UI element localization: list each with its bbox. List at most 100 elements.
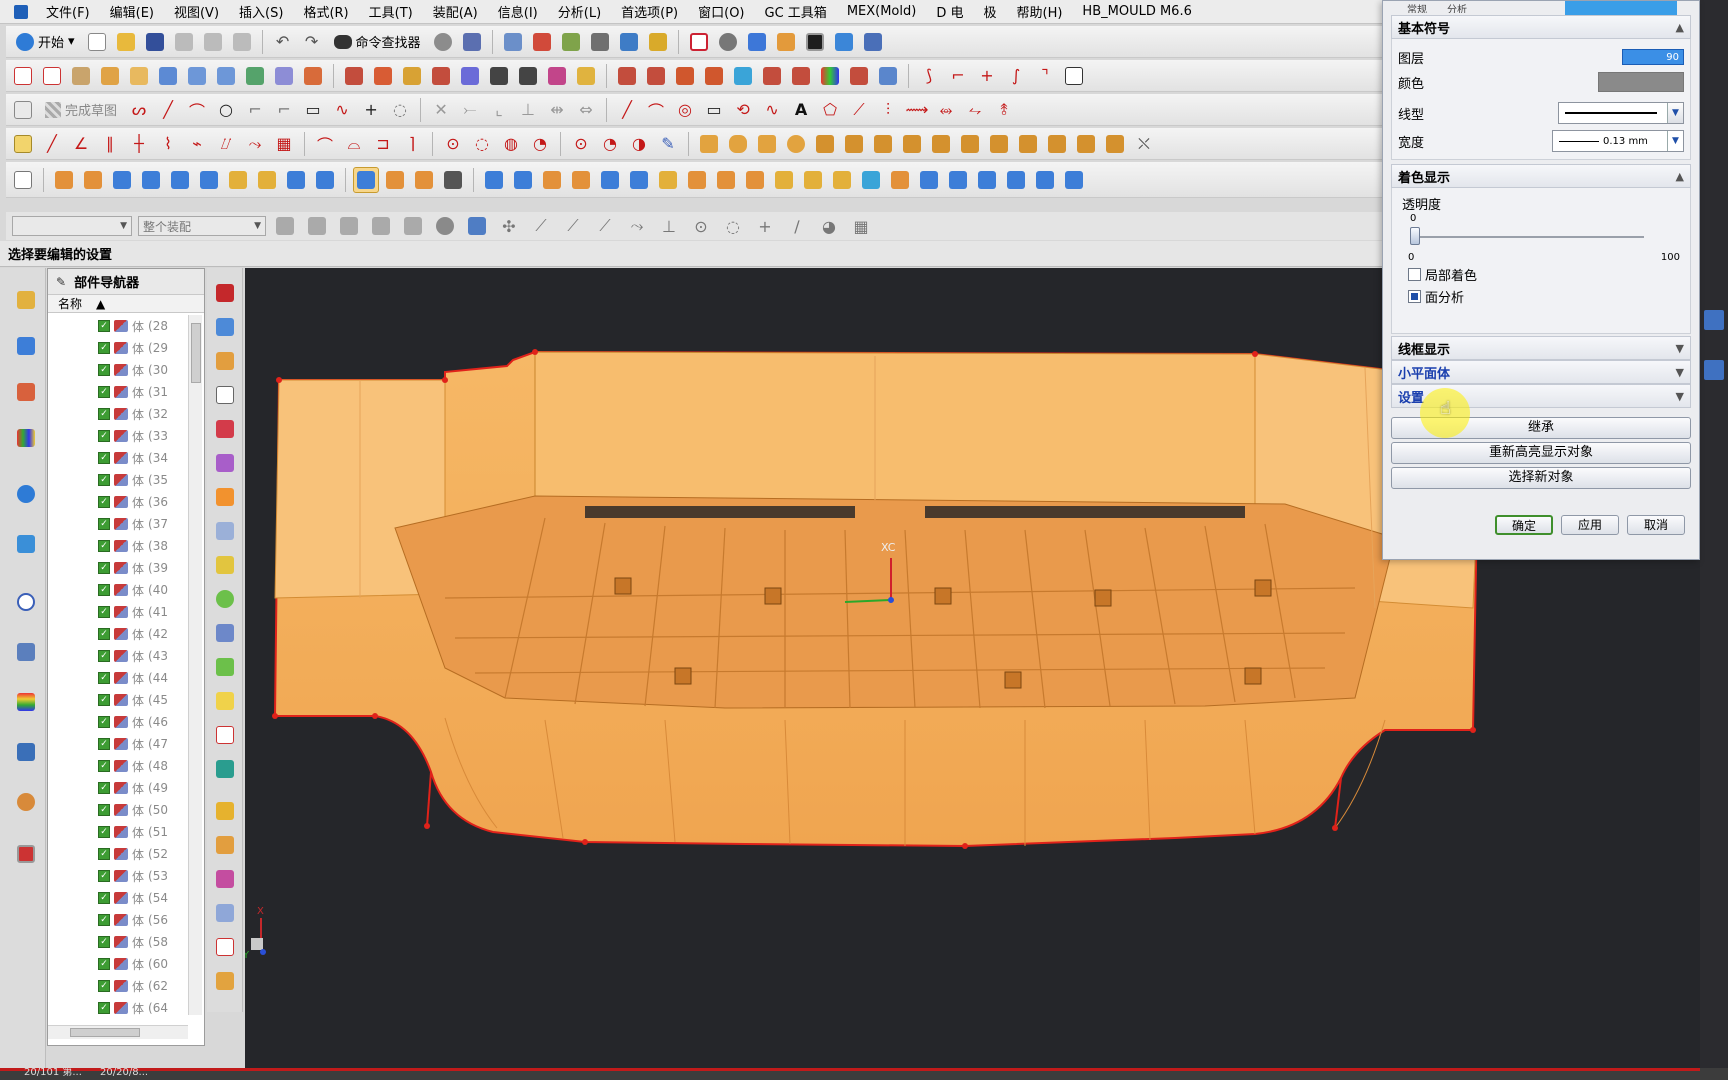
tree-row[interactable]: ✓ 体 (30 [48, 359, 188, 381]
menu-assembly[interactable]: 装配(A) [423, 2, 488, 21]
tree-row[interactable]: ✓ 体 (42 [48, 623, 188, 645]
extrude-icon[interactable] [51, 167, 77, 193]
orange-wedge-icon[interactable] [212, 484, 238, 510]
curve-network-icon[interactable]: ⤳ [242, 131, 268, 157]
visibility-checkbox[interactable]: ✓ [98, 364, 110, 376]
help-book-icon[interactable] [12, 530, 40, 558]
point-icon[interactable]: + [358, 97, 384, 123]
partial-shading-checkbox[interactable] [1408, 267, 1421, 281]
green-curve-icon[interactable] [212, 586, 238, 612]
visibility-checkbox[interactable]: ✓ [98, 474, 110, 486]
tree-row[interactable]: ✓ 体 (31 [48, 381, 188, 403]
color-analysis-icon[interactable] [817, 63, 843, 89]
linetype-select[interactable]: ▼ [1558, 102, 1684, 124]
type-filter-select[interactable]: ▼ [12, 216, 132, 236]
combine-curve-icon[interactable]: ⥊ [962, 97, 988, 123]
snap-end-icon[interactable] [336, 213, 362, 239]
mesh-surface-icon[interactable] [242, 63, 268, 89]
circle-3pt-icon[interactable]: ◌ [469, 131, 495, 157]
snap-box-icon[interactable] [400, 213, 426, 239]
extrude-face-icon[interactable] [97, 63, 123, 89]
tree-row[interactable]: ✓ 体 (28 [48, 315, 188, 337]
layers-stack-icon[interactable] [212, 518, 238, 544]
offset-curve-icon[interactable]: ◌ [387, 97, 413, 123]
snap-endpoint-icon[interactable]: ⟋ [528, 213, 554, 239]
pan-icon[interactable] [587, 29, 613, 55]
tangent-line-icon[interactable]: ⌇ [155, 131, 181, 157]
shell-box-icon[interactable] [167, 167, 193, 193]
redo-icon[interactable]: ↷ [299, 29, 325, 55]
spiral-icon[interactable] [212, 866, 238, 892]
color-swatch[interactable] [1598, 72, 1684, 92]
frame-icon[interactable] [212, 900, 238, 926]
paste-icon[interactable] [229, 29, 255, 55]
visibility-checkbox[interactable]: ✓ [98, 650, 110, 662]
text-icon[interactable]: A [788, 97, 814, 123]
sync-paste-icon[interactable] [684, 167, 710, 193]
snap-midpoint-icon[interactable]: ⟋ [560, 213, 586, 239]
arc-3pt-icon[interactable]: ⌒ [312, 131, 338, 157]
pin-icon[interactable]: ✎ [56, 275, 66, 289]
roles-icon[interactable] [12, 788, 40, 816]
show-hide-icon[interactable] [860, 29, 886, 55]
save-icon[interactable] [142, 29, 168, 55]
make-corner-icon[interactable]: ⌞ [486, 97, 512, 123]
visibility-checkbox[interactable]: ✓ [98, 584, 110, 596]
draft-box-icon[interactable] [196, 167, 222, 193]
menu-help[interactable]: 帮助(H) [1007, 2, 1073, 21]
sync-resize-icon[interactable] [568, 167, 594, 193]
styled-corner-icon[interactable] [701, 63, 727, 89]
circle-fit-icon[interactable]: ◔ [527, 131, 553, 157]
quick-extend-icon[interactable]: ⤚ [457, 97, 483, 123]
visibility-checkbox[interactable]: ✓ [98, 958, 110, 970]
tree-row[interactable]: ✓ 体 (46 [48, 711, 188, 733]
offset-in-face-icon[interactable]: ⥉ [991, 97, 1017, 123]
curve-length-icon[interactable]: ⟆ [916, 63, 942, 89]
law-extension-icon[interactable] [457, 63, 483, 89]
open-folder-icon[interactable] [113, 29, 139, 55]
visibility-checkbox[interactable]: ✓ [98, 628, 110, 640]
tree-row[interactable]: ✓ 体 (44 [48, 667, 188, 689]
sync-parallel-icon[interactable] [887, 167, 913, 193]
info-icon[interactable] [459, 29, 485, 55]
menu-analysis[interactable]: 分析(L) [548, 2, 611, 21]
tree-row[interactable]: ✓ 体 (54 [48, 887, 188, 909]
patch-icon[interactable] [544, 63, 570, 89]
select-faces-icon[interactable] [432, 213, 458, 239]
part-navigator-icon[interactable] [12, 378, 40, 406]
extract-curve-icon[interactable]: ⟿ [904, 97, 930, 123]
groove-icon[interactable] [957, 131, 983, 157]
start-button[interactable]: 开始 ▾ [10, 32, 81, 51]
arc-tangent-icon[interactable]: ⌓ [341, 131, 367, 157]
snap-bounded-icon[interactable]: ◕ [816, 213, 842, 239]
visibility-checkbox[interactable]: ✓ [98, 892, 110, 904]
visibility-checkbox[interactable]: ✓ [98, 760, 110, 772]
datum-plane-icon[interactable]: ⛌ [1131, 131, 1157, 157]
basic-circle-icon[interactable]: ◎ [672, 97, 698, 123]
tree-row[interactable]: ✓ 体 (32 [48, 403, 188, 425]
visibility-checkbox[interactable]: ✓ [98, 716, 110, 728]
bridge-curve-icon[interactable]: ∫ [1003, 63, 1029, 89]
basic-symbol-section-header[interactable]: 基本符号 ▲ [1391, 15, 1691, 39]
replace-face-icon[interactable] [353, 166, 379, 193]
tree-row[interactable]: ✓ 体 (60 [48, 953, 188, 975]
tree-row[interactable]: ✓ 体 (52 [48, 843, 188, 865]
corner-2-icon[interactable]: ⌉ [399, 131, 425, 157]
divide-curve-icon[interactable]: + [974, 63, 1000, 89]
snap-center-icon[interactable]: ⊥ [656, 213, 682, 239]
pad-icon[interactable] [899, 131, 925, 157]
render-style-icon[interactable] [715, 29, 741, 55]
wireframe-section-header[interactable]: 线框显示 ▼ [1391, 336, 1691, 360]
dimension-icon[interactable]: ⇹ [544, 97, 570, 123]
sweep-icon[interactable] [126, 63, 152, 89]
tree-row[interactable]: ✓ 体 (38 [48, 535, 188, 557]
sew-icon[interactable] [440, 167, 466, 193]
feature-new-icon[interactable] [10, 167, 36, 193]
section-curve-icon[interactable]: ⫶ [875, 97, 901, 123]
snap-point-icon[interactable] [304, 213, 330, 239]
parallel-line-icon[interactable]: ∥ [97, 131, 123, 157]
process-studio-icon[interactable] [12, 738, 40, 766]
visibility-checkbox[interactable]: ✓ [98, 870, 110, 882]
sync-replace-icon[interactable] [597, 167, 623, 193]
tree-row[interactable]: ✓ 体 (29 [48, 337, 188, 359]
